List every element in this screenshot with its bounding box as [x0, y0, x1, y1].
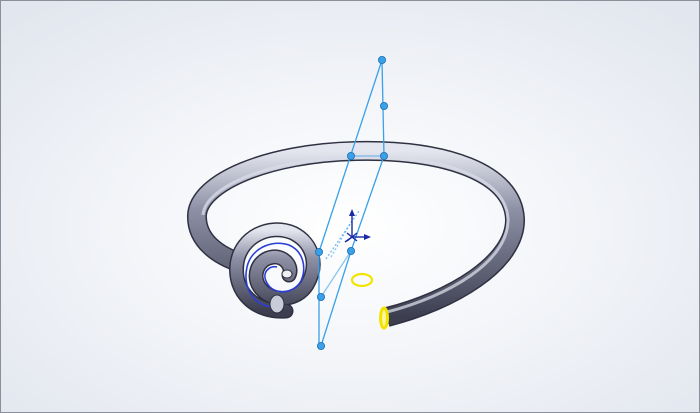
sketch-point-icon[interactable]	[316, 341, 325, 350]
sweep-profile-circle[interactable]	[350, 272, 374, 288]
graphics-viewport[interactable]: CAD 3D graphics area	[0, 0, 700, 413]
sketch-point-icon[interactable]	[377, 56, 386, 65]
sketch-point-icon[interactable]	[346, 246, 355, 255]
sketch-point-icon[interactable]	[346, 151, 355, 160]
sketch-point-icon[interactable]	[379, 102, 388, 111]
sketch-plane[interactable]	[318, 59, 385, 347]
spiral-end-face[interactable]	[281, 269, 293, 279]
sketch-point-icon[interactable]	[379, 151, 388, 160]
model-canvas[interactable]	[1, 1, 699, 412]
ring-open-end[interactable]	[379, 306, 389, 330]
sketch-point-icon[interactable]	[314, 247, 323, 256]
sketch-point-icon[interactable]	[316, 292, 325, 301]
sketch-points[interactable]	[314, 56, 388, 350]
ring-start-face[interactable]	[269, 294, 285, 314]
swept-spiral-coil[interactable]	[229, 222, 321, 319]
